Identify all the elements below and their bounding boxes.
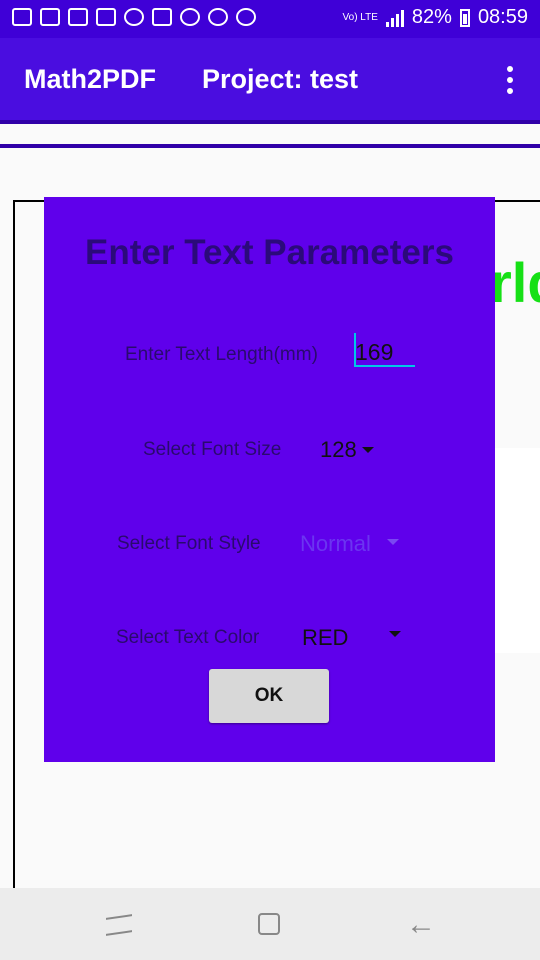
font-size-label: Select Font Size bbox=[143, 439, 282, 460]
chevron-down-icon[interactable] bbox=[389, 631, 401, 637]
font-style-label: Select Font Style bbox=[117, 533, 261, 554]
font-size-select[interactable]: 128 bbox=[320, 437, 357, 463]
canvas-text: rld bbox=[490, 251, 540, 314]
chrome-icon bbox=[236, 8, 256, 26]
text-length-label: Enter Text Length(mm) bbox=[125, 344, 318, 365]
email-icon bbox=[68, 8, 88, 26]
battery-percent: 82% bbox=[411, 6, 452, 28]
text-length-underline bbox=[355, 365, 415, 367]
text-length-input[interactable]: 169 bbox=[355, 339, 393, 366]
whatsapp-icon bbox=[124, 8, 144, 26]
toolbar-divider bbox=[0, 144, 540, 148]
text-parameters-dialog: Enter Text Parameters Enter Text Length(… bbox=[44, 197, 495, 762]
chrome-icon bbox=[180, 8, 200, 26]
status-bar: Vo) LTE 82% 08:59 bbox=[0, 0, 540, 38]
back-icon[interactable]: ← bbox=[406, 910, 436, 940]
battery-icon bbox=[459, 8, 470, 27]
chrome-icon bbox=[208, 8, 228, 26]
clock: 08:59 bbox=[477, 6, 528, 28]
calendar-icon bbox=[40, 8, 60, 26]
canvas-block bbox=[495, 448, 540, 653]
app-title: Math2PDF bbox=[24, 64, 157, 94]
text-color-label: Select Text Color bbox=[116, 627, 260, 648]
lte-indicator: Vo) LTE bbox=[342, 11, 378, 23]
recent-apps-icon[interactable] bbox=[106, 914, 132, 936]
project-title: Project: test bbox=[202, 64, 359, 94]
text-color-select[interactable]: RED bbox=[302, 625, 348, 651]
check-icon bbox=[152, 8, 172, 26]
ok-button[interactable]: OK bbox=[209, 669, 329, 723]
notification-icons bbox=[12, 8, 256, 26]
chevron-down-icon[interactable] bbox=[362, 447, 374, 453]
overflow-menu-icon[interactable] bbox=[506, 66, 514, 94]
app-bar-border bbox=[0, 120, 540, 124]
dialog-title: Enter Text Parameters bbox=[85, 233, 454, 272]
gmail-icon bbox=[96, 8, 116, 26]
font-style-select[interactable]: Normal bbox=[300, 531, 371, 557]
home-icon[interactable] bbox=[258, 913, 280, 935]
app-bar: Math2PDF Project: test bbox=[0, 38, 540, 120]
message-icon bbox=[12, 8, 32, 26]
chevron-down-icon[interactable] bbox=[387, 539, 399, 545]
signal-icon bbox=[385, 9, 404, 27]
